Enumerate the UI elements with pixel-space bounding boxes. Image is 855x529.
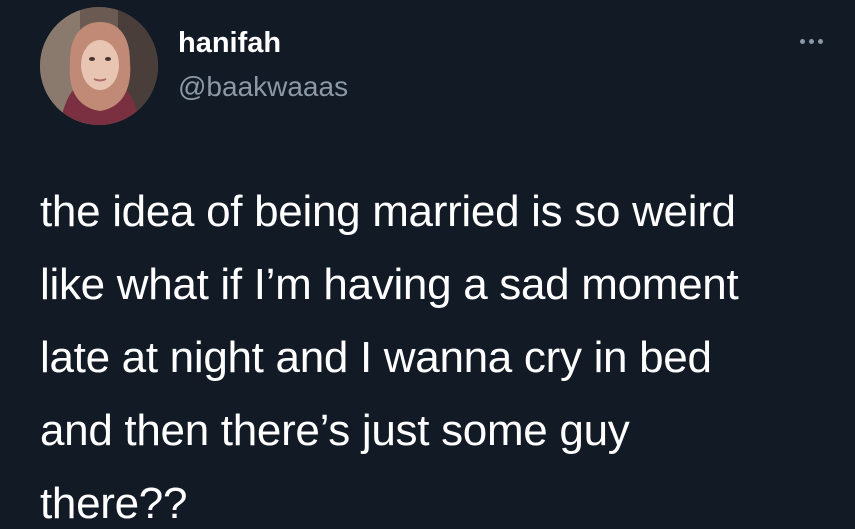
avatar-photo-icon: [40, 7, 158, 125]
author-avatar[interactable]: [40, 7, 158, 125]
more-horizontal-icon: [799, 38, 805, 44]
author-info: hanifah @baakwaaas: [178, 26, 348, 104]
tweet-text-line: the idea of being married is so weird: [40, 187, 736, 236]
tweet-card: hanifah @baakwaaas the idea of being mar…: [0, 0, 855, 529]
author-handle[interactable]: @baakwaaas: [178, 70, 348, 104]
tweet-text: the idea of being married is so weird li…: [40, 175, 830, 529]
more-horizontal-icon: [808, 38, 814, 44]
tweet-text-line: there??: [40, 479, 188, 528]
tweet-text-line: like what if I’m having a sad moment: [40, 260, 739, 309]
author-display-name[interactable]: hanifah: [178, 26, 348, 60]
more-horizontal-icon: [817, 38, 823, 44]
tweet-text-line: late at night and I wanna cry in bed: [40, 333, 712, 382]
tweet-text-line: and then there’s just some guy: [40, 406, 630, 455]
more-options-button[interactable]: [793, 30, 829, 52]
